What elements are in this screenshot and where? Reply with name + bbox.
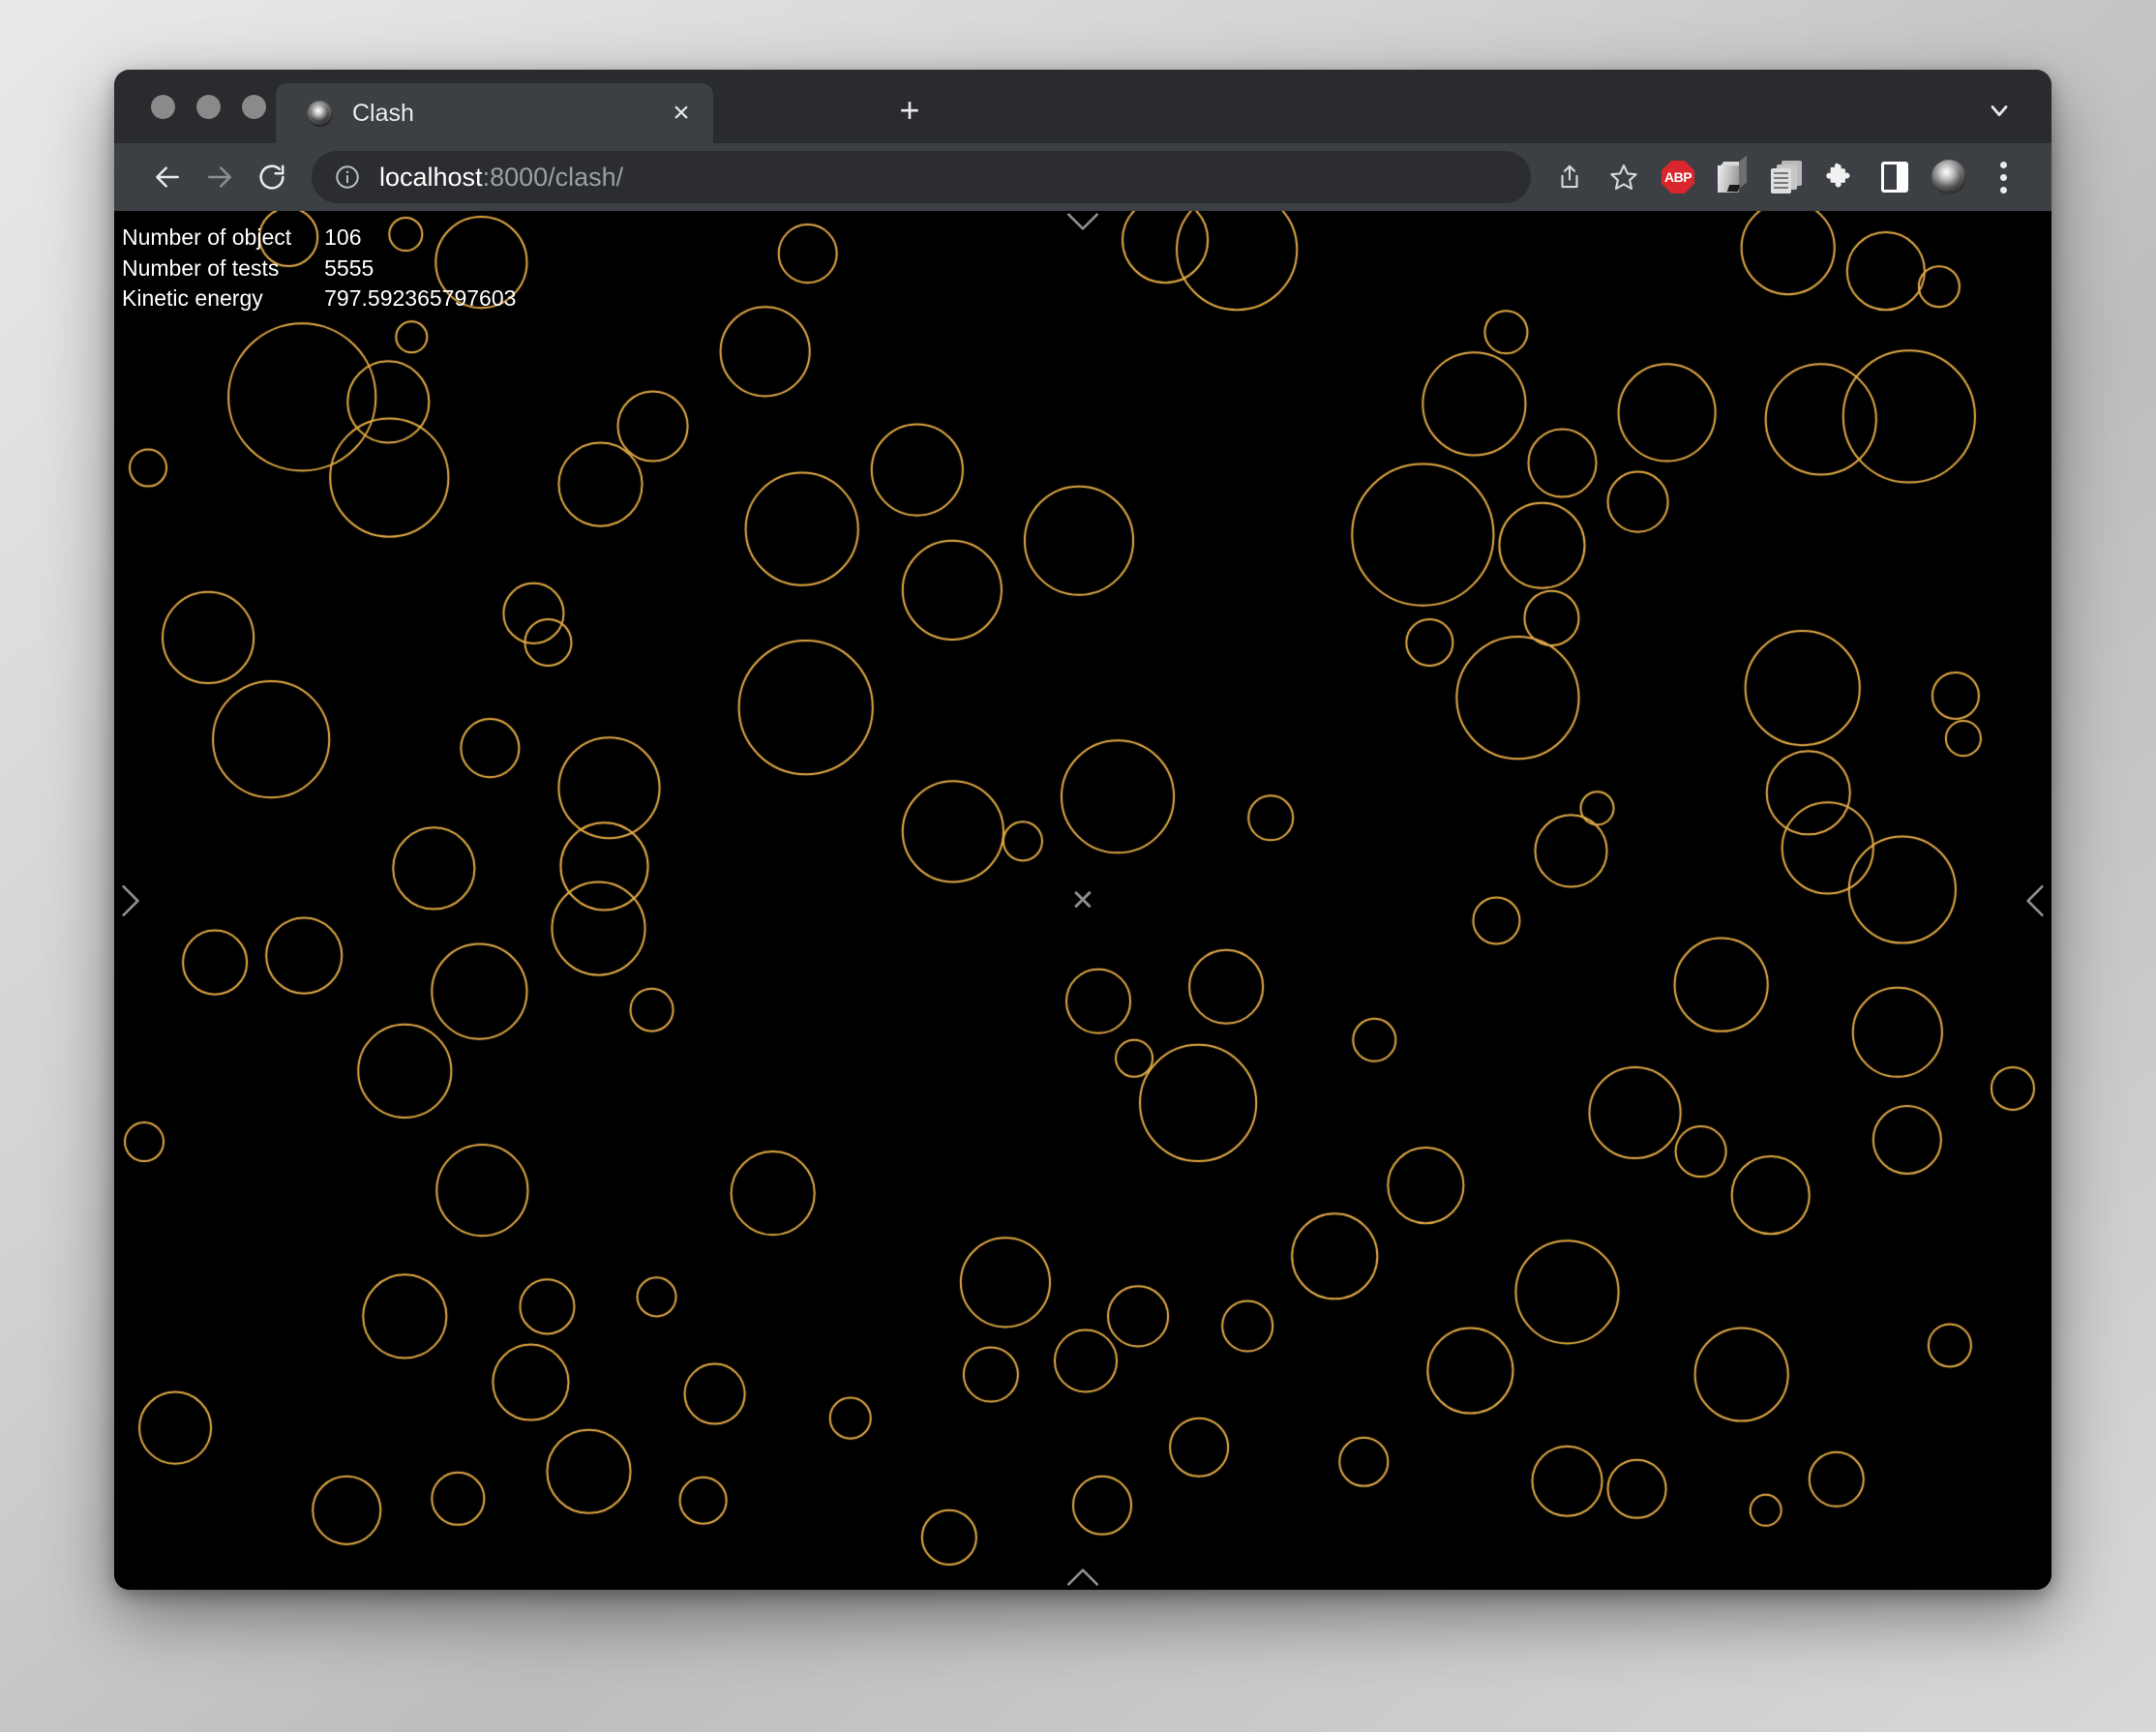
extensions-puzzle-icon[interactable] — [1815, 152, 1866, 202]
close-icon[interactable]: × — [665, 97, 698, 130]
tab-strip: Clash × + — [114, 70, 2051, 143]
sphere-icon — [307, 100, 333, 127]
three-dots-glyph — [1999, 160, 2007, 194]
side-panel-glyph — [1881, 162, 1908, 193]
window-traffic-lights — [151, 95, 266, 119]
knob-extension-icon[interactable] — [1924, 152, 1974, 202]
more-menu-icon[interactable] — [1978, 152, 2028, 202]
chevron-down-icon[interactable] — [1980, 91, 2019, 130]
knob-glyph — [1931, 160, 1966, 194]
share-icon[interactable] — [1544, 152, 1595, 202]
browser-toolbar: localhost:8000/clash/ ABP — [114, 143, 2051, 211]
copy-documents-icon[interactable] — [1761, 152, 1812, 202]
browser-tab-clash[interactable]: Clash × — [276, 83, 713, 143]
clash-simulation-canvas[interactable] — [114, 211, 2051, 1590]
cube-extension-icon[interactable] — [1707, 152, 1757, 202]
page-content: Number of object 106 Number of tests 555… — [114, 211, 2051, 1590]
documents-glyph — [1771, 161, 1802, 194]
cube-glyph — [1718, 155, 1747, 193]
adblock-plus-icon[interactable]: ABP — [1653, 152, 1703, 202]
forward-arrow-icon[interactable] — [194, 151, 246, 203]
tab-title: Clash — [352, 99, 414, 127]
browser-window: Clash × + localhost:8000/clash/ ABP Numb… — [114, 70, 2051, 1590]
window-maximize-button[interactable] — [242, 95, 266, 119]
bookmark-star-icon[interactable] — [1599, 152, 1649, 202]
window-close-button[interactable] — [151, 95, 175, 119]
adblock-plus-badge: ABP — [1662, 161, 1694, 194]
new-tab-button[interactable]: + — [890, 91, 929, 130]
info-circle-icon[interactable] — [333, 163, 362, 192]
address-bar-url: localhost:8000/clash/ — [379, 163, 623, 193]
back-arrow-icon[interactable] — [141, 151, 194, 203]
side-panel-icon[interactable] — [1870, 152, 1920, 202]
reload-icon[interactable] — [246, 151, 298, 203]
url-host: localhost — [379, 162, 483, 192]
address-bar[interactable]: localhost:8000/clash/ — [312, 151, 1531, 203]
url-path: :8000/clash/ — [482, 162, 624, 192]
window-minimize-button[interactable] — [196, 95, 221, 119]
